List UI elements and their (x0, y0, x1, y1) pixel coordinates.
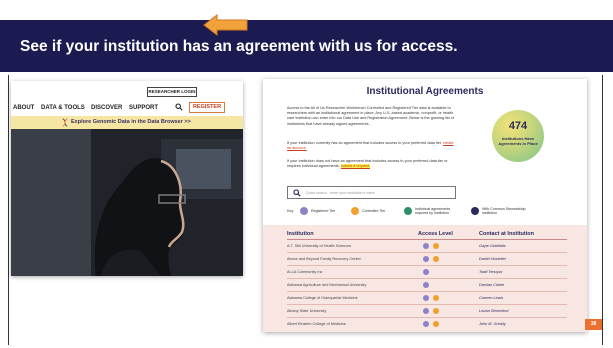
nav-item-about[interactable]: ABOUT (13, 105, 34, 111)
registered-tier-icon (300, 207, 308, 215)
key-label: Key: (287, 209, 295, 213)
nav-item-support[interactable]: SUPPORT (129, 105, 158, 111)
individual-agreement-icon (404, 207, 412, 215)
submit-request-link[interactable]: submit a request. (340, 164, 370, 169)
institution-name: Alabama Agriculture and Mechanical Unive… (287, 283, 367, 287)
controlled-tier-icon (433, 308, 439, 314)
row-divider (287, 317, 567, 318)
institution-contact[interactable]: John M. Greally (479, 322, 506, 326)
controlled-tier-icon (433, 295, 439, 301)
nav-item-data-tools[interactable]: DATA & TOOLS (41, 105, 85, 111)
registered-tier-icon (423, 256, 429, 262)
row-divider (287, 304, 567, 305)
slide-title: See if your institution has an agreement… (20, 38, 458, 55)
left-border-line (8, 75, 9, 345)
institution-contact[interactable]: Damian Clarke (479, 283, 504, 287)
institutional-agreements-title: Institutional Agreements (366, 86, 484, 97)
researcher-silhouette-image (11, 129, 243, 276)
search-icon (293, 189, 301, 197)
registered-tier-icon (423, 295, 429, 301)
institution-contact[interactable]: Todd Tenuyzz (479, 270, 502, 274)
controlled-tier-icon (433, 243, 439, 249)
key-controlled-tier: Controlled Tier (362, 209, 386, 213)
search-icon[interactable] (175, 103, 183, 111)
controlled-tier-icon (433, 321, 439, 327)
key-individual-agreements: Individual agreements required by instit… (415, 207, 451, 215)
row-divider (287, 278, 567, 279)
controlled-tier-icon (433, 256, 439, 262)
institution-contact[interactable]: Carmen Lewis (479, 296, 503, 300)
header-institution: Institution (287, 231, 314, 237)
institution-contact[interactable]: Louise Brinesford (479, 309, 509, 313)
registered-tier-icon (423, 243, 429, 249)
institution-count: 474 (508, 120, 528, 132)
institution-name: Albany State University (287, 309, 327, 313)
right-border-line (602, 75, 603, 345)
row-divider (287, 265, 567, 266)
dna-icon (62, 118, 68, 127)
agreements-intro-paragraph: Access to the All of Us Researcher Workb… (287, 106, 454, 126)
arrow-left-icon (203, 14, 248, 36)
institution-name: Above and Beyond Family Recovery Center (287, 257, 361, 261)
researcher-login-button[interactable]: RESEARCHER LOGIN (147, 87, 197, 97)
institution-name: Alabama College of Osteopathic Medicine (287, 296, 358, 300)
key-common-stewardship: With Common Stewardship institution (482, 207, 526, 215)
existing-agreement-paragraph: If your institution currently has an agr… (287, 141, 457, 151)
institution-name: A.T. Still University of Health Sciences (287, 244, 352, 248)
header-contact: Contact at Institution (479, 231, 534, 237)
institution-count-badge: 474 Institutions Have Agreements in Plac… (492, 110, 544, 162)
institution-name: Al-LA Community Inc (287, 270, 323, 274)
institution-name: Albert Einstein College of Medicine (287, 322, 346, 326)
request-agreement-paragraph: If your institution does not have an agr… (287, 159, 457, 169)
registered-tier-icon (423, 308, 429, 314)
institution-count-label: Institutions Have Agreements in Place (498, 136, 538, 146)
existing-agreement-text: If your institution currently has an agr… (287, 141, 442, 145)
page-number: 38 (585, 319, 602, 330)
institution-search-input[interactable]: Quick search - enter your institution's … (287, 186, 456, 199)
slide: See if your institution has an agreement… (0, 0, 613, 348)
institutional-agreements-screenshot: Institutional Agreements Access to the A… (263, 79, 587, 332)
registered-tier-icon (423, 282, 429, 288)
register-button[interactable]: REGISTER (189, 102, 225, 113)
row-divider (287, 252, 567, 253)
common-stewardship-icon (471, 207, 479, 215)
registered-tier-icon (423, 321, 429, 327)
row-divider (287, 291, 567, 292)
institution-contact[interactable]: Daniel Hostetler (479, 257, 506, 261)
genomic-data-link[interactable]: Explore Genomic Data in the Data Browser… (71, 119, 191, 125)
header-divider (287, 239, 567, 240)
controlled-tier-icon (351, 207, 359, 215)
search-placeholder: Quick search - enter your institution's … (306, 191, 375, 195)
registered-tier-icon (423, 269, 429, 275)
nav-item-discover[interactable]: DISCOVER (91, 105, 122, 111)
key-registered-tier: Registered Tier (311, 209, 336, 213)
researcher-photo (11, 129, 243, 276)
website-home-screenshot: RESEARCHER LOGIN ABOUT DATA & TOOLS DISC… (11, 81, 243, 276)
institution-contact[interactable]: Gayle Gubitlidis (479, 244, 506, 248)
header-access-level: Access Level (418, 231, 453, 237)
